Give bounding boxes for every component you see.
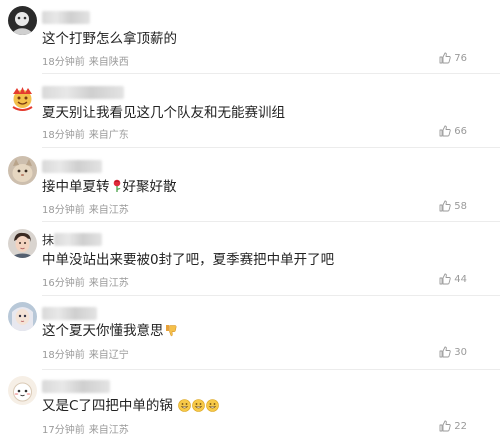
- avatar[interactable]: [8, 156, 37, 185]
- thumbs-up-icon: [439, 125, 451, 137]
- like-count: 44: [454, 273, 467, 285]
- like-button[interactable]: 58: [439, 200, 467, 212]
- avatar-image: [8, 376, 37, 405]
- comment-meta: 18分钟前 来自辽宁: [42, 346, 129, 361]
- thumbs-up-icon: [439, 200, 451, 212]
- comment-time: 18分钟前: [42, 130, 85, 141]
- avatar[interactable]: [8, 376, 37, 405]
- thumbs-up-icon: [439, 52, 451, 64]
- avatar[interactable]: [8, 84, 37, 113]
- username-blurred: [42, 159, 102, 173]
- avatar[interactable]: [8, 229, 37, 258]
- avatar-image: [8, 229, 37, 258]
- comment-text: 这个打野怎么拿顶薪的: [42, 31, 177, 47]
- comment-location: 来自广东: [88, 130, 129, 141]
- comment-time: 16分钟前: [42, 278, 85, 289]
- comment-meta: 17分钟前 来自江苏: [42, 421, 129, 436]
- comment-list: 这个打野怎么拿顶薪的 18分钟前 来自陕西 76 夏天别让我看见这几个队友和无能…: [0, 0, 500, 440]
- comment-text: 接中单夏转 好聚好散: [42, 178, 177, 198]
- username[interactable]: [42, 378, 110, 394]
- comment-time: 18分钟前: [42, 205, 85, 216]
- comment-meta: 18分钟前 来自江苏: [42, 201, 129, 216]
- comment-meta: 18分钟前 来自陕西: [42, 53, 129, 68]
- comment-time: 17分钟前: [42, 425, 85, 436]
- like-count: 66: [454, 125, 467, 137]
- like-button[interactable]: 44: [439, 273, 467, 285]
- comment-text-part: 好聚好散: [122, 179, 177, 195]
- comment-location: 来自江苏: [88, 205, 129, 216]
- username-blurred: [42, 85, 124, 99]
- comment-item: 抹 中单没站出来要被0封了吧，夏季赛把中单开了吧 16分钟前 来自江苏 44: [0, 222, 500, 296]
- like-count: 22: [454, 420, 467, 432]
- grin-emoji-icon: [206, 399, 220, 417]
- comment-item: 这个打野怎么拿顶薪的 18分钟前 来自陕西 76: [0, 0, 500, 74]
- comment-item: 又是C了四把中单的锅 17分钟前 来自江苏 22: [0, 370, 500, 443]
- comment-location: 来自江苏: [88, 278, 129, 289]
- like-button[interactable]: 66: [439, 125, 467, 137]
- avatar-image: [8, 156, 37, 185]
- like-button[interactable]: 76: [439, 52, 467, 64]
- comment-text: 夏天别让我看见这几个队友和无能赛训组: [42, 105, 285, 121]
- thumbs-up-icon: [439, 420, 451, 432]
- like-button[interactable]: 30: [439, 346, 467, 358]
- comment-item: 这个夏天你懂我意思 18分钟前 来自辽宁 30: [0, 296, 500, 370]
- avatar-image: [12, 87, 33, 111]
- comment-time: 18分钟前: [42, 350, 85, 361]
- comment-text: 中单没站出来要被0封了吧，夏季赛把中单开了吧: [42, 252, 335, 268]
- comment-location: 来自江苏: [88, 425, 129, 436]
- username-visible: 抹: [42, 232, 55, 247]
- comment-text-part: 这个夏天你懂我意思: [42, 323, 164, 339]
- comment-text: 又是C了四把中单的锅: [42, 397, 220, 417]
- comment-item: 夏天别让我看见这几个队友和无能赛训组 18分钟前 来自广东 66: [0, 74, 500, 148]
- comment-text-part: 接中单夏转: [42, 179, 110, 195]
- thumbs-up-icon: [439, 273, 451, 285]
- comment-meta: 16分钟前 来自江苏: [42, 274, 129, 289]
- avatar-image: [8, 302, 37, 331]
- like-count: 58: [454, 200, 467, 212]
- thumbs-down-icon: [165, 324, 178, 342]
- like-button[interactable]: 22: [439, 420, 467, 432]
- username-blurred: [42, 10, 90, 24]
- username-blurred: [54, 232, 103, 246]
- like-count: 76: [454, 52, 467, 64]
- comment-text: 这个夏天你懂我意思: [42, 322, 178, 342]
- grin-emoji-icon: [178, 399, 192, 417]
- username-blurred: [42, 379, 110, 393]
- username[interactable]: [42, 84, 124, 100]
- username[interactable]: [42, 305, 97, 321]
- grin-emoji-icon: [192, 399, 206, 417]
- comment-meta: 18分钟前 来自广东: [42, 126, 129, 141]
- username-blurred: [42, 306, 97, 320]
- comment-item: 接中单夏转 好聚好散 18分钟前 来自江苏 58: [0, 148, 500, 222]
- like-count: 30: [454, 346, 467, 358]
- comment-time: 18分钟前: [42, 57, 85, 68]
- avatar-image: [8, 6, 37, 35]
- username[interactable]: [42, 9, 90, 25]
- comment-text-part: 又是C了四把中单的锅: [42, 398, 173, 414]
- username[interactable]: 抹: [42, 231, 103, 247]
- avatar[interactable]: [8, 302, 37, 331]
- comment-location: 来自陕西: [88, 57, 129, 68]
- thumbs-up-icon: [439, 346, 451, 358]
- avatar[interactable]: [8, 6, 37, 35]
- rose-icon: [111, 179, 123, 198]
- comment-location: 来自辽宁: [88, 350, 129, 361]
- username[interactable]: [42, 158, 102, 174]
